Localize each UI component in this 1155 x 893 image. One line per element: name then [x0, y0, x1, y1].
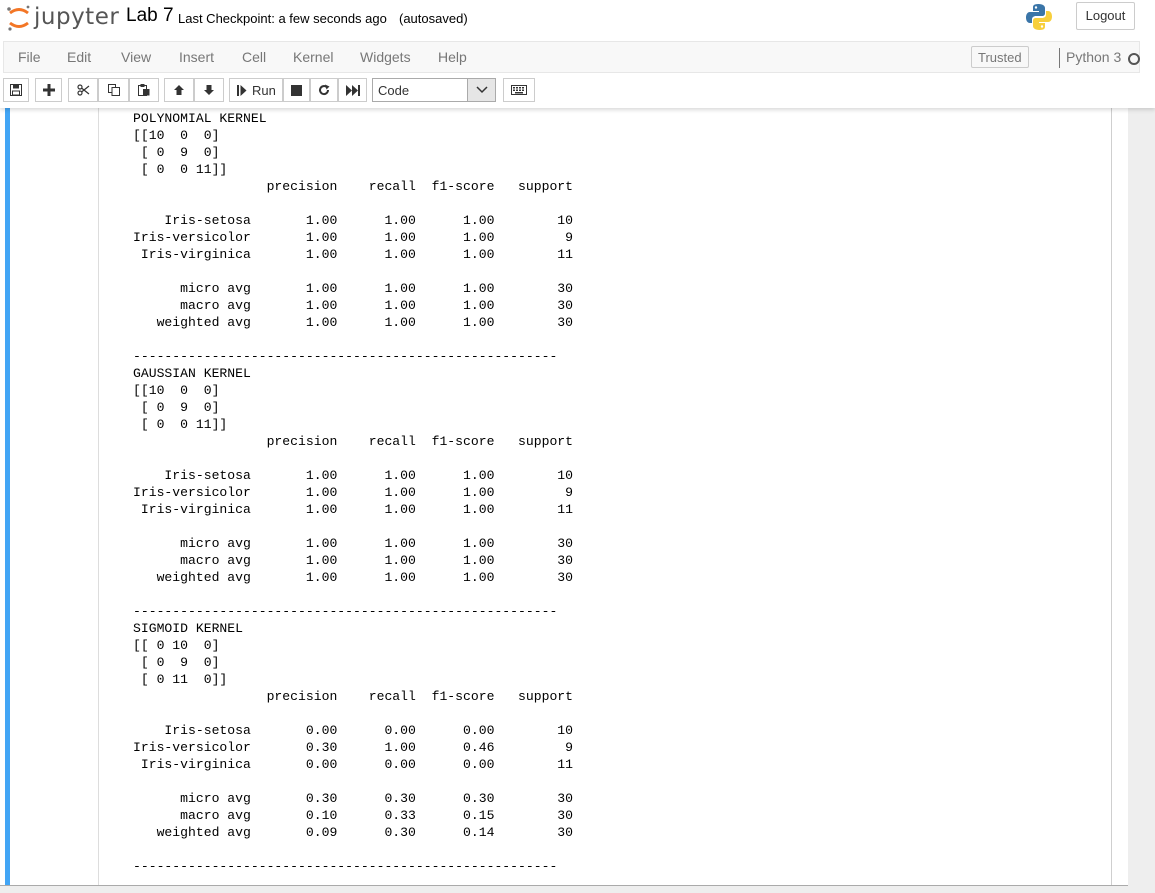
- jupyter-logo-text[interactable]: jupyter: [34, 4, 119, 30]
- run-label: Run: [252, 82, 276, 98]
- menu-cell[interactable]: Cell: [242, 49, 266, 65]
- trusted-indicator[interactable]: Trusted: [971, 46, 1029, 68]
- menu-view[interactable]: View: [121, 49, 151, 65]
- cell-type-select[interactable]: Code: [372, 78, 496, 102]
- cell-right-border: [1111, 108, 1112, 885]
- cell-output-text: POLYNOMIAL KERNEL [[10 0 0] [ 0 9 0] [ 0…: [133, 111, 574, 874]
- restart-run-all-button[interactable]: [338, 78, 367, 102]
- scissors-icon: [76, 84, 89, 96]
- logout-button[interactable]: Logout: [1076, 2, 1135, 30]
- kernel-idle-icon: [1128, 53, 1140, 65]
- arrow-down-icon: [204, 85, 214, 95]
- chevron-down-icon: [467, 79, 495, 101]
- menu-kernel[interactable]: Kernel: [293, 49, 333, 65]
- jupyter-logo-icon[interactable]: [6, 4, 32, 32]
- menu-edit[interactable]: Edit: [67, 49, 91, 65]
- notebook-bottom-border: [0, 885, 1128, 886]
- autosave-status: (autosaved): [399, 11, 468, 26]
- step-forward-icon: [237, 84, 247, 96]
- keyboard-icon: [511, 85, 527, 95]
- kernel-name: Python 3: [1066, 49, 1122, 65]
- arrow-up-icon: [174, 85, 184, 95]
- insert-cell-button[interactable]: [35, 78, 62, 102]
- stop-icon: [291, 84, 302, 96]
- kernel-separator: [1059, 48, 1060, 68]
- restart-kernel-button[interactable]: [310, 78, 338, 102]
- menu-widgets[interactable]: Widgets: [360, 49, 411, 65]
- selected-cell-indicator: [5, 108, 10, 885]
- restart-icon: [319, 84, 330, 96]
- paste-button[interactable]: [129, 78, 159, 102]
- fast-forward-icon: [345, 84, 360, 96]
- menu-file[interactable]: File: [18, 49, 41, 65]
- move-down-button[interactable]: [194, 78, 224, 102]
- cell-output-area: POLYNOMIAL KERNEL [[10 0 0] [ 0 9 0] [ 0…: [98, 108, 1111, 885]
- header: jupyter Lab 7 Last Checkpoint: a few sec…: [0, 0, 1155, 108]
- plus-icon: [42, 84, 55, 96]
- menubar: File Edit View Insert Cell Kernel Widget…: [3, 41, 1140, 73]
- cell-type-value: Code: [378, 83, 410, 98]
- run-button[interactable]: Run: [229, 78, 283, 102]
- copy-button[interactable]: [98, 78, 129, 102]
- paste-icon: [138, 84, 150, 96]
- cut-button[interactable]: [68, 78, 98, 102]
- header-top-row: jupyter Lab 7 Last Checkpoint: a few sec…: [0, 0, 1155, 41]
- menu-insert[interactable]: Insert: [179, 49, 214, 65]
- vertical-scrollbar[interactable]: [1128, 108, 1155, 893]
- copy-icon: [107, 84, 120, 96]
- notebook-panel[interactable]: POLYNOMIAL KERNEL [[10 0 0] [ 0 9 0] [ 0…: [0, 108, 1128, 885]
- checkpoint-status: Last Checkpoint: a few seconds ago: [178, 11, 387, 26]
- python-logo-icon: [1026, 4, 1052, 30]
- interrupt-kernel-button[interactable]: [283, 78, 310, 102]
- menu-help[interactable]: Help: [438, 49, 467, 65]
- save-button[interactable]: [3, 78, 29, 102]
- notebook-name[interactable]: Lab 7: [126, 5, 174, 27]
- move-up-button[interactable]: [164, 78, 194, 102]
- save-icon: [10, 84, 22, 96]
- command-palette-button[interactable]: [503, 78, 535, 102]
